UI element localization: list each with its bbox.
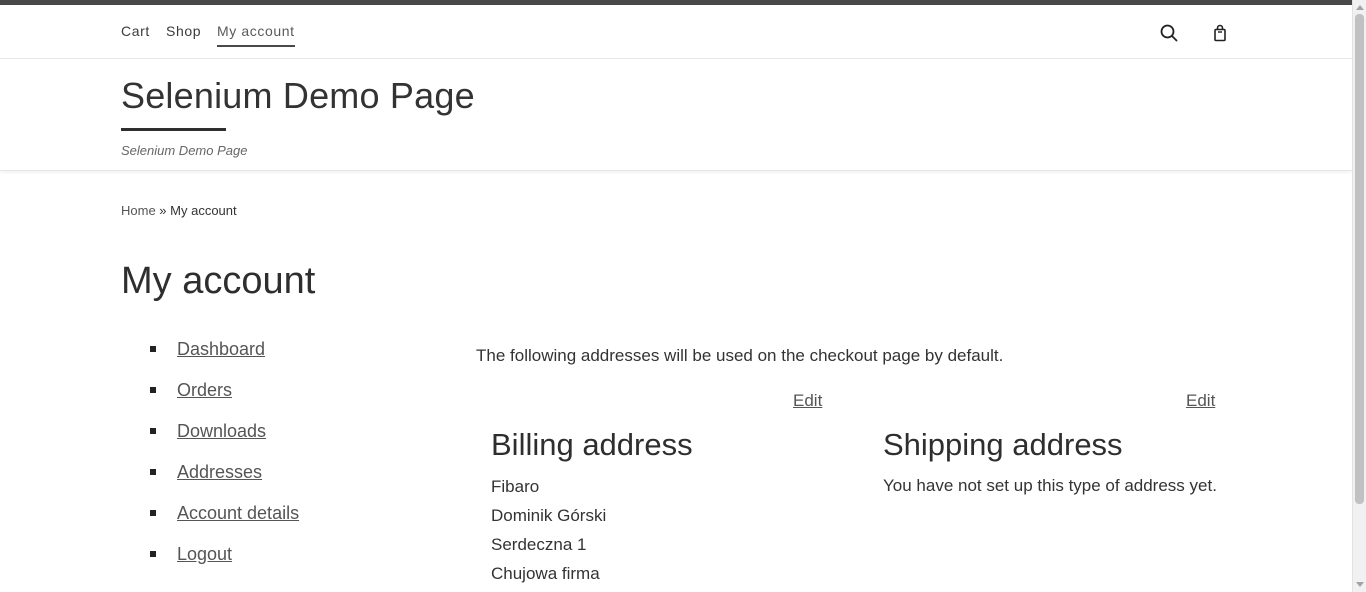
site-title[interactable]: Selenium Demo Page	[121, 74, 475, 118]
site-tagline: Selenium Demo Page	[121, 143, 248, 158]
billing-address-line: Fibaro	[491, 477, 540, 496]
breadcrumb-home-link[interactable]: Home	[121, 203, 156, 218]
scroll-up-arrow-icon[interactable]	[1356, 5, 1364, 10]
edit-shipping-address-link[interactable]: Edit	[1186, 391, 1215, 411]
logout-link[interactable]: Logout	[177, 544, 232, 564]
page-scrollbar[interactable]	[1352, 0, 1366, 592]
addresses-link[interactable]: Addresses	[177, 462, 262, 482]
dashboard-link[interactable]: Dashboard	[177, 339, 265, 359]
breadcrumb-current: My account	[170, 203, 237, 218]
billing-address-line: Dominik Górski	[491, 506, 607, 525]
scrollbar-thumb[interactable]	[1355, 14, 1364, 504]
account-nav-item-addresses: Addresses	[150, 461, 299, 502]
account-nav-item-logout: Logout	[150, 543, 299, 584]
billing-address-block: Fibaro Dominik Górski Serdeczna 1 Chujow…	[491, 476, 606, 592]
edit-billing-address-link[interactable]: Edit	[793, 391, 822, 411]
account-nav-item-orders: Orders	[150, 379, 299, 420]
title-underline-rule	[121, 128, 226, 131]
shipping-address-heading: Shipping address	[883, 427, 1123, 462]
billing-address-line: Serdeczna 1	[491, 535, 587, 554]
shopping-bag-icon[interactable]	[1210, 23, 1230, 43]
account-nav-item-downloads: Downloads	[150, 420, 299, 461]
account-nav-item-dashboard: Dashboard	[150, 338, 299, 379]
breadcrumb: Home » My account	[121, 203, 237, 218]
account-navigation: Dashboard Orders Downloads Addresses Acc…	[150, 338, 299, 584]
billing-address-line: Chujowa firma	[491, 564, 600, 583]
downloads-link[interactable]: Downloads	[177, 421, 266, 441]
shipping-address-empty-text: You have not set up this type of address…	[883, 476, 1217, 495]
nav-my-account-link[interactable]: My account	[217, 22, 295, 47]
site-branding: Selenium Demo Page Selenium Demo Page	[0, 59, 1352, 171]
orders-link[interactable]: Orders	[177, 380, 232, 400]
page-title: My account	[121, 260, 316, 302]
account-details-link[interactable]: Account details	[177, 503, 299, 523]
account-nav-item-account-details: Account details	[150, 502, 299, 543]
top-navigation: Cart Shop My account	[0, 5, 1352, 59]
billing-address-heading: Billing address	[491, 427, 693, 462]
addresses-intro-text: The following addresses will be used on …	[476, 346, 1004, 365]
search-icon[interactable]	[1159, 23, 1179, 43]
nav-shop-link[interactable]: Shop	[166, 22, 201, 40]
breadcrumb-separator: »	[155, 203, 171, 218]
nav-cart-link[interactable]: Cart	[121, 22, 150, 40]
scroll-down-arrow-icon[interactable]	[1356, 582, 1364, 587]
